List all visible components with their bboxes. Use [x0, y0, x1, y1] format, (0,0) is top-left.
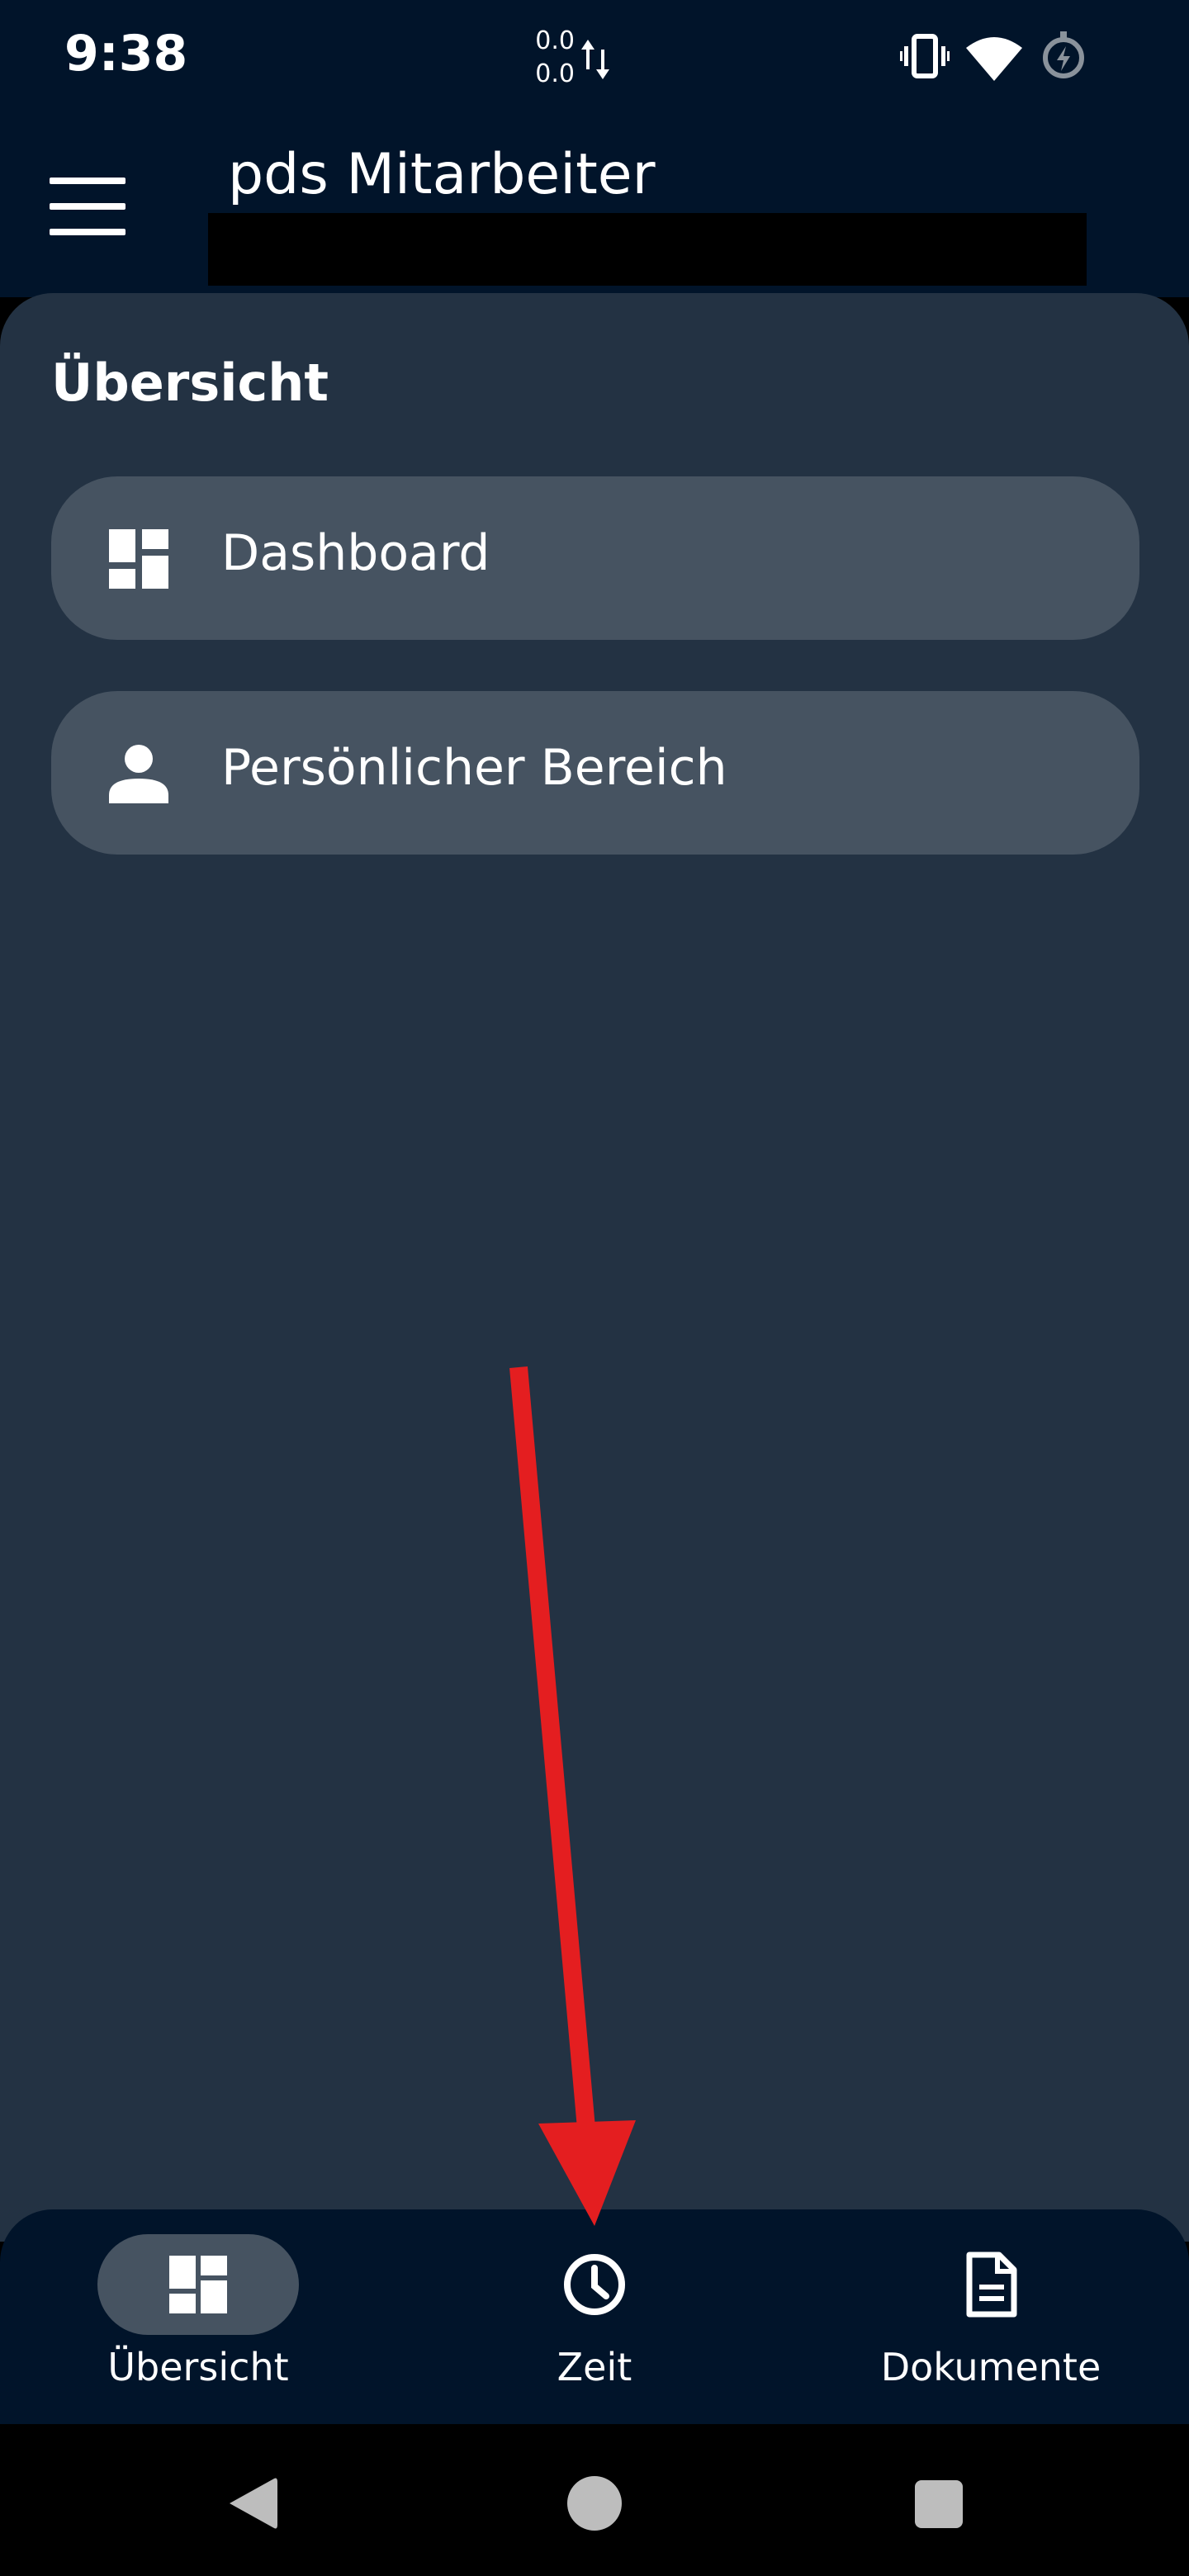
data-transfer-icon: [581, 40, 609, 79]
system-navigation-bar: [0, 2424, 1189, 2576]
battery-saver-icon: [1043, 31, 1084, 78]
back-icon[interactable]: [223, 2474, 282, 2533]
vibrate-icon: [900, 34, 950, 78]
person-icon: [109, 745, 168, 803]
nav-documents[interactable]: Dokumente: [859, 2234, 1123, 2408]
nav-time-label: Zeit: [557, 2345, 632, 2389]
section-title: Übersicht: [51, 353, 329, 413]
recents-icon[interactable]: [908, 2474, 968, 2533]
dashboard-card[interactable]: Dashboard: [51, 476, 1139, 640]
dashboard-icon: [169, 2256, 227, 2313]
network-speed-down: 0.0: [535, 59, 575, 88]
network-speed-up: 0.0: [535, 26, 575, 55]
personal-area-label: Persönlicher Bereich: [221, 739, 727, 797]
bottom-navigation: Übersicht Zeit Dokumente: [0, 2209, 1189, 2424]
nav-overview[interactable]: Übersicht: [66, 2234, 330, 2408]
main-content: Übersicht Dashboard Persönlicher Bereich: [0, 293, 1189, 2242]
wifi-icon: [966, 37, 1022, 81]
app-bar: pds Mitarbeiter: [0, 116, 1189, 297]
hamburger-menu-icon[interactable]: [50, 178, 126, 235]
nav-documents-label: Dokumente: [880, 2345, 1101, 2389]
status-bar: 9:38 0.0 0.0: [0, 0, 1189, 116]
document-icon: [966, 2252, 1017, 2318]
personal-area-card[interactable]: Persönlicher Bereich: [51, 691, 1139, 855]
clock-icon: [564, 2254, 625, 2315]
nav-time[interactable]: Zeit: [462, 2234, 727, 2408]
nav-overview-label: Übersicht: [107, 2345, 289, 2389]
status-time: 9:38: [64, 25, 188, 83]
dashboard-label: Dashboard: [221, 524, 490, 582]
dashboard-icon: [109, 529, 168, 589]
redacted-subtitle: [208, 213, 1087, 286]
home-icon[interactable]: [565, 2474, 624, 2533]
network-speed: 0.0 0.0: [532, 25, 575, 91]
app-title: pds Mitarbeiter: [228, 142, 656, 207]
